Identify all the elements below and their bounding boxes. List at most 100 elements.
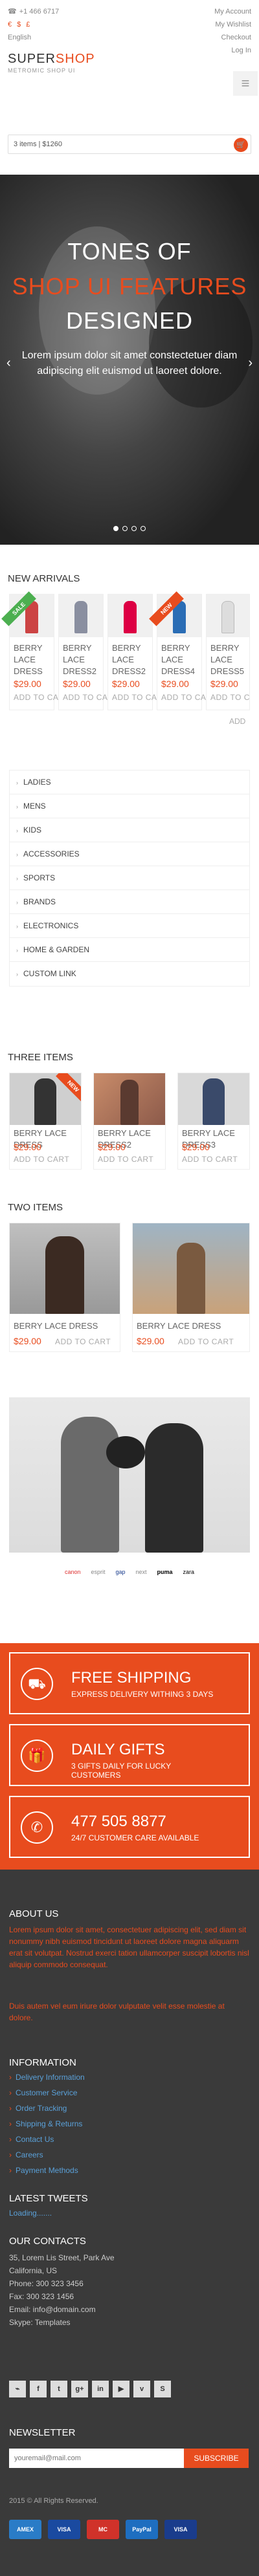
product-card[interactable]: NEW BERRY LACE DRESS4 $29.00 ADD TO CART (149, 591, 217, 710)
category-item[interactable]: › ACCESSORIES (10, 842, 249, 866)
product-card[interactable]: BERRY LACE DRESS2 $29.00 ADD TO CART (107, 594, 168, 710)
slider-dot[interactable] (122, 526, 128, 531)
tweets-loading: Loading....... (9, 2209, 52, 2218)
product-card[interactable]: BERRY LACE DRESS2 $29.00 ADD TO CART (93, 1073, 166, 1170)
hero-line-2: SHOP UI FEATURES (12, 273, 247, 300)
cart-summary[interactable]: 3 items | $1260 🛒 (8, 135, 251, 154)
info-link[interactable]: › Order Tracking (9, 2104, 67, 2113)
menu-toggle-icon[interactable]: ≡ (233, 71, 258, 96)
add-to-cart-button[interactable]: ADD TO CART (210, 693, 249, 702)
product-name[interactable]: BERRY LACE DRESS5 (210, 642, 247, 677)
info-link[interactable]: › Payment Methods (9, 2166, 78, 2175)
copyright: 2015 © All Rights Reserved. (9, 2497, 98, 2505)
chevron-right-icon: › (16, 780, 18, 786)
product-card[interactable]: BERRY LACE DRESS2 $29.00 ADD TO CART (58, 594, 118, 710)
product-image (178, 1073, 249, 1125)
slider-dot[interactable] (113, 526, 118, 531)
youtube-icon[interactable]: ▶ (113, 2381, 130, 2397)
cart-icon[interactable]: 🛒 (234, 138, 248, 152)
info-link[interactable]: › Delivery Information (9, 2073, 85, 2082)
linkedin-icon[interactable]: in (92, 2381, 109, 2397)
newsletter-email-input[interactable] (9, 2449, 184, 2468)
product-name[interactable]: BERRY LACE DRESS (137, 1320, 247, 1332)
language-select[interactable]: English (8, 31, 59, 44)
contact-phone: Phone: 300 323 3456 (9, 2279, 84, 2288)
feature-subtitle: 3 GIFTS DAILY FOR LUCKY CUSTOMERS (71, 1762, 172, 1780)
facebook-icon[interactable]: f (30, 2381, 47, 2397)
add-to-cart-button[interactable]: ADD TO CART (98, 1155, 153, 1164)
add-to-cart-button[interactable]: ADD TO CART (55, 1337, 111, 1346)
product-name[interactable]: BERRY LACE DRESS (14, 642, 51, 677)
category-item[interactable]: › KIDS (10, 818, 249, 842)
info-link[interactable]: › Contact Us (9, 2135, 54, 2144)
our-contacts-title: OUR CONTACTS (9, 2236, 86, 2247)
gift-icon: 🎁 (21, 1740, 53, 1772)
brand-logo[interactable]: canon (65, 1569, 81, 1575)
slider-dot[interactable] (131, 526, 137, 531)
brand-logo[interactable]: puma (157, 1569, 173, 1575)
category-item[interactable]: › LADIES (10, 770, 249, 794)
currency-pound[interactable]: £ (26, 21, 30, 28)
product-price: $29.00 (63, 679, 91, 689)
brand-logo[interactable]: esprit (91, 1569, 105, 1575)
product-name[interactable]: BERRY LACE DRESS (14, 1320, 117, 1332)
product-card[interactable]: BERRY LACE DRESS $29.00 ADD TO CART (9, 1223, 120, 1352)
logo-main: SUPER (8, 52, 56, 66)
product-name[interactable]: BERRY LACE DRESS2 (63, 642, 100, 677)
contact-skype[interactable]: Skype: Templates (9, 2316, 71, 2329)
my-wishlist-link[interactable]: My Wishlist (214, 18, 251, 31)
brand-logo[interactable]: next (136, 1569, 147, 1575)
chevron-right-icon: › (9, 2135, 12, 2144)
info-link[interactable]: › Shipping & Returns (9, 2119, 82, 2128)
contact-email[interactable]: Email: info@domain.com (9, 2303, 96, 2316)
product-price: $29.00 (137, 1336, 164, 1346)
add-to-cart-button[interactable]: ADD TO CART (178, 1337, 234, 1346)
product-price: $29.00 (182, 1142, 210, 1152)
truck-icon: ⛟ (21, 1668, 53, 1700)
product-name[interactable]: BERRY LACE DRESS4 (161, 642, 199, 677)
brand-logo[interactable]: gap (115, 1569, 125, 1575)
category-item[interactable]: › ELECTRONICS (10, 914, 249, 938)
vimeo-icon[interactable]: v (133, 2381, 150, 2397)
checkout-link[interactable]: Checkout (214, 31, 251, 44)
product-card[interactable]: NEW BERRY LACE DRESS $29.00 ADD TO CART (9, 1073, 82, 1170)
google-plus-icon[interactable]: g+ (71, 2381, 88, 2397)
add-to-cart-button[interactable]: ADD TO CART (182, 1155, 238, 1164)
category-item[interactable]: › SPORTS (10, 866, 249, 890)
currency-switcher: € $ £ (8, 18, 59, 31)
info-link[interactable]: › Careers (9, 2150, 43, 2159)
currency-euro[interactable]: € (8, 21, 12, 28)
product-price: $29.00 (14, 1142, 41, 1152)
category-item[interactable]: › CUSTOM LINK (10, 962, 249, 986)
category-item[interactable]: › MENS (10, 794, 249, 818)
product-image (133, 1223, 249, 1314)
info-link[interactable]: › Customer Service (9, 2088, 77, 2097)
subscribe-button[interactable]: SUBSCRIBE (184, 2449, 249, 2468)
product-price: $29.00 (14, 1336, 41, 1346)
product-card[interactable]: BERRY LACE DRESS3 $29.00 ADD TO CART (177, 1073, 250, 1170)
banner-figure-man (61, 1417, 119, 1553)
product-card[interactable]: BERRY LACE DRESS5 $29.00 ADD TO CART (206, 594, 250, 710)
logo[interactable]: SUPERSHOP (8, 52, 95, 67)
add-to-cart-button[interactable]: ADD (229, 717, 245, 726)
currency-dollar[interactable]: $ (17, 21, 21, 28)
rss-icon[interactable]: ⌁ (9, 2381, 26, 2397)
twitter-icon[interactable]: t (51, 2381, 67, 2397)
product-card[interactable]: BERRY LACE DRESS $29.00 ADD TO CART (132, 1223, 250, 1352)
chevron-right-icon: › (9, 2104, 12, 2113)
category-item[interactable]: › HOME & GARDEN (10, 938, 249, 962)
my-account-link[interactable]: My Account (214, 5, 251, 18)
features-block: ⛟ FREE SHIPPING EXPRESS DELIVERY WITHING… (0, 1643, 259, 1870)
product-card[interactable]: SALE BERRY LACE DRESS $29.00 ADD TO CART (1, 591, 69, 710)
add-to-cart-button[interactable]: ADD TO CART (14, 1155, 69, 1164)
chevron-right-icon[interactable]: › (248, 356, 253, 371)
slider-dot[interactable] (141, 526, 146, 531)
brand-logo[interactable]: zara (183, 1569, 195, 1575)
feature-phone: ✆ 477 505 8877 24/7 CUSTOMER CARE AVAILA… (9, 1796, 250, 1858)
chevron-left-icon[interactable]: ‹ (6, 356, 11, 371)
feature-subtitle: 24/7 CUSTOMER CARE AVAILABLE (71, 1833, 199, 1842)
product-name[interactable]: BERRY LACE DRESS2 (112, 642, 150, 677)
skype-icon[interactable]: S (154, 2381, 171, 2397)
category-item[interactable]: › BRANDS (10, 890, 249, 914)
chevron-right-icon: › (16, 851, 18, 858)
